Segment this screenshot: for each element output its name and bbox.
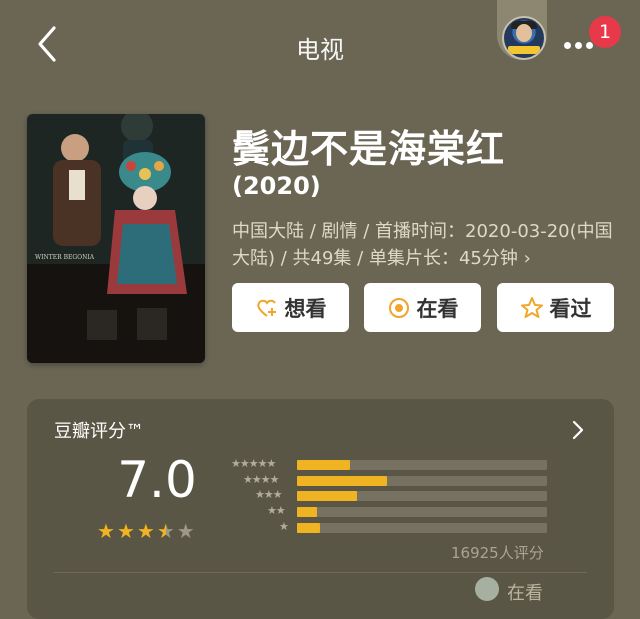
rating-row-stars: ★★★	[255, 488, 283, 502]
watching-button[interactable]: 在看	[364, 283, 481, 332]
rating-bar	[297, 522, 320, 533]
rating-star-icon: ★	[116, 519, 135, 543]
star-outline-icon	[520, 296, 543, 318]
show-meta-text: 中国大陆 / 剧情 / 首播时间：2020-03-20(中国大陆) / 共49集…	[232, 221, 613, 269]
show-year: (2020)	[232, 172, 321, 200]
footer-peek-text: 在看	[507, 583, 543, 604]
watched-label: 看过	[549, 296, 592, 321]
avatar[interactable]	[502, 16, 546, 60]
avatar-tag	[508, 46, 540, 54]
rating-bar-track	[297, 522, 547, 533]
rating-bar-track	[297, 507, 547, 518]
rating-bar-track	[297, 475, 547, 486]
rating-card[interactable]: 豆瓣评分™ 7.0 ★ ★ ★ ★ ★ ★★★★★ ★★★★ ★★★ ★★ ★ 16925人评分…	[27, 399, 614, 619]
divider	[54, 572, 587, 573]
rating-stars: ★ ★ ★ ★ ★	[97, 520, 195, 542]
rating-star-icon: ★	[176, 519, 195, 543]
watched-button[interactable]: 看过	[497, 283, 614, 332]
avatar	[475, 577, 499, 601]
chevron-right-icon[interactable]	[571, 419, 585, 441]
show-title: 鬓边不是海棠红	[232, 127, 506, 171]
rating-row-stars: ★	[279, 519, 289, 533]
rating-row-stars: ★★	[267, 504, 286, 518]
show-poster[interactable]: WINTER BEGONIA	[27, 114, 205, 363]
rating-bar-track	[297, 460, 547, 470]
rating-bar	[297, 460, 350, 470]
header-bar: 电视 1	[0, 0, 640, 90]
want-to-watch-label: 想看	[284, 296, 327, 321]
watching-label: 在看	[416, 296, 459, 321]
show-meta[interactable]: 中国大陆 / 剧情 / 首播时间：2020-03-20(中国大陆) / 共49集…	[232, 218, 617, 272]
want-to-watch-button[interactable]: 想看	[232, 283, 349, 332]
rating-bar	[297, 507, 317, 518]
rating-row-stars: ★★★★	[243, 472, 279, 486]
rating-title: 豆瓣评分™	[54, 421, 144, 442]
rating-star-icon: ★	[156, 519, 175, 543]
chevron-right-icon: ›	[523, 248, 531, 269]
rating-score: 7.0	[117, 451, 197, 509]
rating-count[interactable]: 16925人评分	[451, 542, 544, 563]
rating-bar	[297, 491, 357, 502]
rating-star-icon: ★	[97, 519, 115, 543]
target-icon	[388, 297, 409, 318]
notification-badge[interactable]: 1	[589, 16, 621, 48]
rating-row-stars: ★★★★★	[231, 457, 276, 470]
poster-english-title: WINTER BEGONIA	[35, 254, 95, 261]
rating-star-icon: ★	[136, 519, 155, 543]
heart-plus-icon	[256, 299, 276, 317]
rating-bar-track	[297, 491, 547, 502]
poster-art: WINTER BEGONIA	[27, 114, 205, 363]
avatar-face	[516, 24, 532, 42]
rating-bar	[297, 475, 387, 486]
